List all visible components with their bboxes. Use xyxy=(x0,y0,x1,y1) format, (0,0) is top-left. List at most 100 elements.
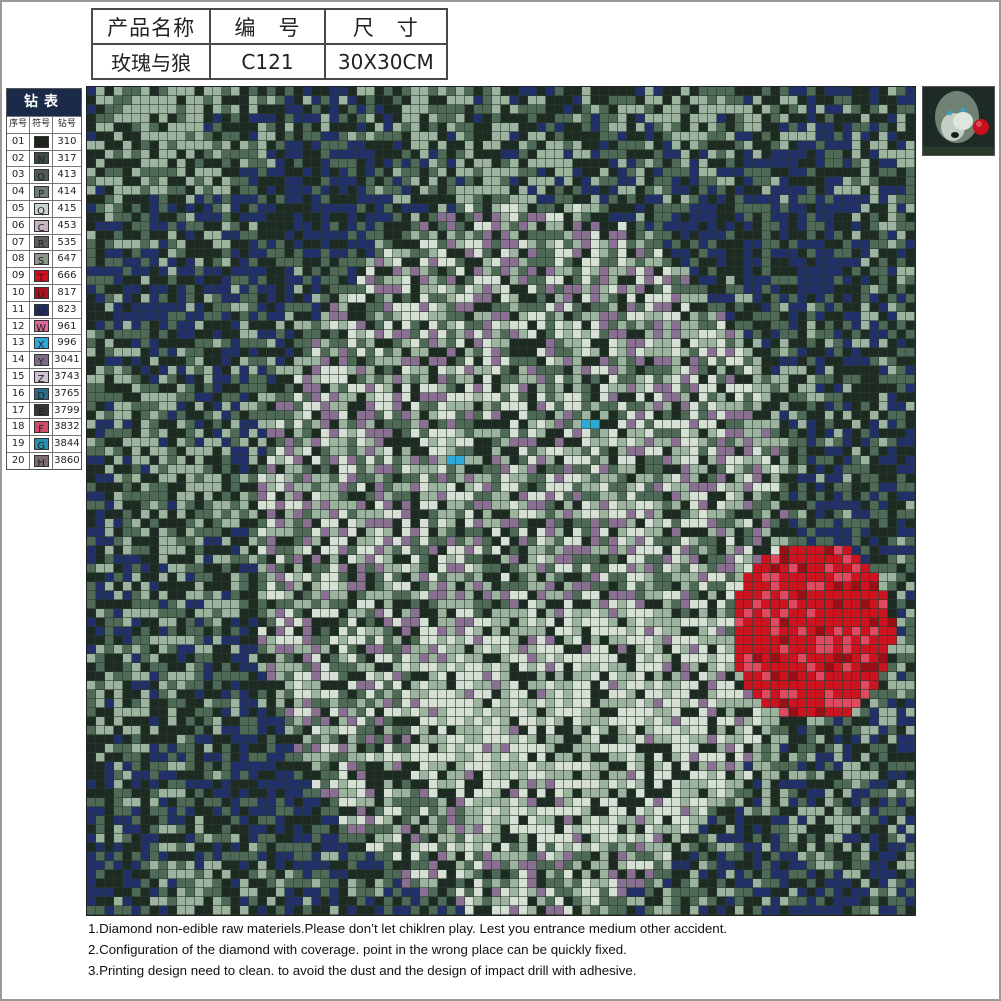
color-swatch: R xyxy=(33,236,49,250)
legend-row-code: 310 xyxy=(57,135,77,147)
product-size-value: 30X30CM xyxy=(323,43,449,80)
legend-row-code: 3765 xyxy=(54,387,80,399)
legend-row: 15 Z 3743 xyxy=(7,367,81,385)
legend-row-symbol-cell: R xyxy=(30,234,53,250)
legend-row-code: 317 xyxy=(57,152,77,164)
legend-row-code: 535 xyxy=(57,236,77,248)
mosaic-svg xyxy=(87,87,915,915)
color-swatch: M xyxy=(33,135,49,150)
legend-row-code: 961 xyxy=(57,320,77,332)
color-swatch: G xyxy=(33,438,49,452)
legend-rows: 01 M 310 02 N 317 03 O 413 04 P 414 05 Q 415 06 C 453 07 R 5… xyxy=(7,132,81,469)
color-swatch: C xyxy=(33,219,49,234)
legend-row-symbol-cell: D xyxy=(30,385,53,402)
legend-row-code: 3041 xyxy=(54,354,80,366)
legend-row: 02 N 317 xyxy=(7,149,81,167)
instruction-notes: 1.Diamond non-edible raw materiels.Pleas… xyxy=(88,918,988,981)
legend-row-code: 414 xyxy=(57,186,77,198)
legend-row-index: 07 xyxy=(7,234,31,251)
legend-row: 05 Q 415 xyxy=(7,199,81,217)
legend-row: 10 U 817 xyxy=(7,283,81,301)
note-3: 3.Printing design need to clean. to avoi… xyxy=(88,963,637,978)
product-size-header: 尺 寸 xyxy=(323,8,449,45)
color-swatch: Y xyxy=(33,354,49,368)
legend-row-index: 17 xyxy=(7,402,31,419)
legend-row-index: 16 xyxy=(7,385,31,402)
legend-col-code: 钻号 xyxy=(57,119,76,129)
color-swatch: V xyxy=(33,303,49,318)
legend-row-symbol-cell: T xyxy=(30,268,53,284)
legend-row-index: 20 xyxy=(7,452,31,469)
legend-row: 03 O 413 xyxy=(7,166,81,183)
legend-row-symbol-cell: G xyxy=(30,436,53,452)
legend-row-symbol-cell: N xyxy=(30,150,53,166)
product-number-header: 编 号 xyxy=(209,8,326,45)
legend-row-symbol-cell: O xyxy=(30,167,53,183)
color-swatch: P xyxy=(33,186,49,200)
legend-row-symbol-cell: W xyxy=(30,318,53,334)
legend-row-index: 08 xyxy=(7,251,31,268)
legend-row: 09 T 666 xyxy=(7,267,81,284)
legend-row-symbol-cell: H xyxy=(30,452,53,469)
color-swatch: X xyxy=(33,337,49,351)
legend-row-index: 10 xyxy=(7,284,31,301)
legend-row-code: 823 xyxy=(57,303,77,315)
legend-row: 06 C 453 xyxy=(7,216,81,234)
legend-row-index: 01 xyxy=(7,133,31,150)
legend-row-index: 18 xyxy=(7,419,31,436)
legend-row-index: 09 xyxy=(7,268,31,284)
legend-row: 14 Y 3041 xyxy=(7,351,81,368)
legend-row-symbol-cell: M xyxy=(30,133,53,150)
legend-row: 17 E 3799 xyxy=(7,401,81,419)
legend-row-code: 453 xyxy=(57,219,77,231)
legend-row: 16 D 3765 xyxy=(7,384,81,402)
color-swatch: F xyxy=(33,421,49,435)
legend-row-code: 647 xyxy=(57,253,77,265)
legend-row-index: 19 xyxy=(7,436,31,452)
legend-row: 01 M 310 xyxy=(7,132,81,150)
note-2: 2.Configuration of the diamond with cove… xyxy=(88,942,627,957)
color-swatch: O xyxy=(33,169,49,183)
diamond-legend: 钻表 序号 符号 钻号 01 M 310 02 N 317 03 O 413 04 P 414 05 Q 4… xyxy=(6,88,82,470)
legend-row-symbol-cell: P xyxy=(30,184,53,200)
legend-row-symbol-cell: C xyxy=(30,217,53,234)
legend-row-code: 996 xyxy=(57,337,77,349)
legend-row-symbol-cell: Z xyxy=(30,368,53,385)
legend-row-index: 04 xyxy=(7,184,31,200)
color-swatch: W xyxy=(33,320,49,334)
legend-row-symbol-cell: U xyxy=(30,284,53,301)
legend-header-row: 序号 符号 钻号 xyxy=(7,116,81,133)
legend-row-code: 3860 xyxy=(54,454,80,466)
legend-title: 钻表 xyxy=(7,89,81,116)
legend-row-index: 14 xyxy=(7,352,31,368)
legend-row-index: 15 xyxy=(7,368,31,385)
legend-row-code: 3743 xyxy=(54,370,80,382)
product-number-value: C121 xyxy=(209,43,326,80)
legend-row: 18 F 3832 xyxy=(7,418,81,435)
legend-row-code: 413 xyxy=(57,169,77,181)
color-swatch: Z xyxy=(33,370,49,385)
legend-row-index: 11 xyxy=(7,301,31,318)
color-swatch: E xyxy=(33,404,49,418)
legend-row-symbol-cell: E xyxy=(30,402,53,418)
preview-thumbnail xyxy=(922,86,995,156)
legend-row: 08 S 647 xyxy=(7,250,81,267)
legend-row-symbol-cell: F xyxy=(30,419,53,435)
info-header-row: 产品名称 编 号 尺 寸 xyxy=(90,8,449,45)
wolf-rose-thumbnail-image xyxy=(923,87,994,155)
legend-col-index: 序号 xyxy=(7,117,31,133)
legend-row: 04 P 414 xyxy=(7,183,81,200)
product-info-table: 产品名称 编 号 尺 寸 玫瑰与狼 C121 30X30CM xyxy=(90,8,449,80)
legend-row-index: 12 xyxy=(7,318,31,335)
legend-row: 07 R 535 xyxy=(7,233,81,251)
color-swatch: S xyxy=(33,253,49,267)
legend-row-code: 3832 xyxy=(54,421,80,433)
color-swatch: U xyxy=(33,286,49,301)
legend-row-symbol-cell: Q xyxy=(30,200,53,217)
color-swatch: H xyxy=(33,454,49,469)
legend-row-code: 3844 xyxy=(54,438,80,450)
legend-row-code: 817 xyxy=(57,286,77,298)
mosaic-pattern-grid[interactable] xyxy=(86,86,916,916)
legend-row-index: 02 xyxy=(7,150,31,167)
legend-row-symbol-cell: S xyxy=(30,251,53,267)
